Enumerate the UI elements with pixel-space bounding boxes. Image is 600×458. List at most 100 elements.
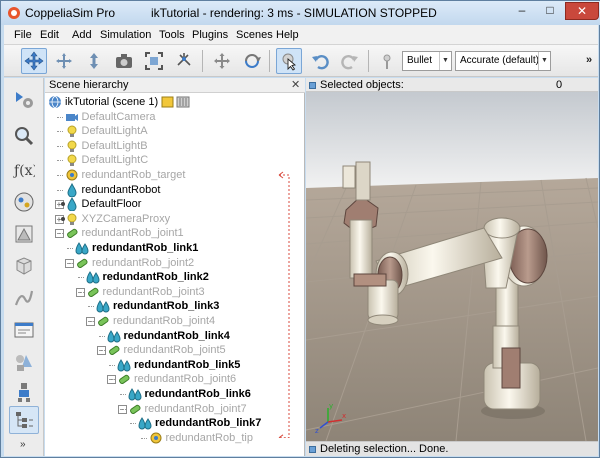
tree-row[interactable]: − redundantRob_joint5 — [45, 343, 300, 358]
tree-row[interactable]: ikTutorial (scene 1) — [45, 95, 300, 110]
left-toolbar-overflow-button[interactable]: » — [20, 439, 26, 450]
tree-item-label: redundantRob_tip — [165, 431, 253, 444]
ui-editor-icon — [14, 322, 34, 338]
fit-to-view-button[interactable] — [141, 48, 167, 74]
tree-item-label: redundantRob_joint4 — [113, 315, 216, 327]
menu-scenes[interactable]: Scenes — [236, 29, 273, 41]
menu-help[interactable]: Help — [276, 29, 299, 41]
tree-row[interactable]: − redundantRob_joint7 — [45, 402, 300, 417]
tree-item-label: DefaultLightB — [81, 139, 148, 152]
scene-3d-render[interactable]: x y z — [306, 78, 598, 456]
tree-row[interactable]: + XYZCameraProxy — [45, 212, 300, 227]
undo-icon — [312, 55, 329, 70]
left-toolbar: ƒ(x) — [4, 78, 44, 456]
toolbar-overflow-button[interactable]: » — [586, 54, 592, 66]
rotate-camera-button[interactable] — [51, 48, 77, 74]
shapes-button[interactable] — [9, 220, 39, 248]
tree-connector — [119, 408, 126, 410]
move-camera-button[interactable] — [21, 48, 47, 74]
undo-button[interactable] — [307, 48, 333, 74]
tree-row[interactable]: redundantRob_link2 — [45, 270, 300, 285]
application-window: CoppeliaSim Pro ikTutorial - rendering: … — [0, 0, 600, 458]
tree-item-label: redundantRob_link7 — [155, 417, 262, 430]
assemble-button[interactable] — [171, 48, 197, 74]
script-button[interactable]: ƒ(x) — [9, 156, 39, 184]
path-icon — [14, 290, 34, 306]
tree-row[interactable]: − redundantRob_joint3 — [45, 285, 300, 300]
path-button[interactable] — [9, 284, 39, 312]
physics-engine-select[interactable]: Bullet ▼ — [402, 51, 452, 71]
scene-hierarchy-panel: Scene hierarchy ✕ ikTutorial (scene 1) De… — [45, 78, 305, 456]
maximize-button[interactable]: □ — [537, 2, 563, 20]
tree-row[interactable]: redundantRob_link4 — [45, 329, 300, 344]
joint-icon — [66, 229, 78, 239]
tree-row[interactable]: DefaultCamera — [45, 110, 300, 125]
close-button[interactable]: ✕ — [565, 2, 599, 20]
object-shift-button[interactable] — [209, 48, 235, 74]
model-browser-button[interactable] — [9, 378, 39, 406]
link-icon — [117, 358, 131, 372]
scene-hierarchy-button[interactable] — [9, 406, 39, 434]
ui-editor-button[interactable] — [9, 316, 39, 344]
tree-row[interactable]: redundantRobot — [45, 182, 300, 198]
selected-objects-label: Selected objects: — [320, 79, 404, 91]
title-bar[interactable]: CoppeliaSim Pro ikTutorial - rendering: … — [1, 1, 600, 25]
tree-row[interactable]: redundantRob_link7 — [45, 416, 300, 431]
tree-row[interactable]: − redundantRob_joint6 — [45, 372, 300, 387]
tree-row[interactable]: − redundantRob_joint1 — [45, 226, 300, 241]
minimize-button[interactable]: – — [509, 2, 535, 20]
tree-row[interactable]: redundantRob_target — [45, 168, 300, 183]
shape-edit-button[interactable] — [9, 348, 39, 376]
redo-button[interactable] — [337, 48, 363, 74]
tree-connector — [88, 321, 94, 322]
tree-connector — [98, 350, 105, 352]
tree-connector — [56, 145, 63, 147]
tree-row[interactable]: redundantRob_link6 — [45, 387, 300, 402]
dynamics-settings-button[interactable] — [374, 48, 400, 74]
accuracy-select[interactable]: Accurate (default) ▼ — [455, 51, 551, 71]
object-rotate-button[interactable] — [239, 48, 265, 74]
menu-tools[interactable]: Tools — [159, 29, 185, 41]
coppeliasim-logo-icon — [8, 7, 20, 19]
zoom-camera-button[interactable] — [81, 48, 107, 74]
tree-item-label: ikTutorial (scene 1) — [65, 96, 159, 108]
tree-row[interactable]: redundantRob_tip — [45, 431, 300, 446]
tree-row[interactable]: DefaultLightC — [45, 153, 300, 168]
tree-row[interactable]: + DefaultFloor — [45, 197, 300, 212]
collections-button[interactable] — [9, 188, 39, 216]
object-shift-icon — [214, 53, 230, 69]
tree-row[interactable]: − redundantRob_joint2 — [45, 256, 300, 271]
simulation-settings-button[interactable] — [9, 86, 39, 114]
selection-icon — [16, 257, 32, 275]
menu-simulation[interactable]: Simulation — [100, 29, 151, 41]
tree-row[interactable]: redundantRob_link5 — [45, 358, 300, 373]
shape-icon — [66, 197, 77, 212]
click-select-button[interactable] — [276, 48, 302, 74]
dummy-icon — [150, 432, 161, 444]
light-icon — [67, 125, 76, 138]
scene-property-icons[interactable] — [161, 95, 191, 109]
tree-row[interactable]: − redundantRob_joint4 — [45, 314, 300, 329]
tree-item-label: redundantRob_link5 — [134, 358, 241, 371]
menu-file[interactable]: File — [14, 29, 32, 41]
menu-add[interactable]: Add — [72, 29, 92, 41]
tree-connector — [98, 335, 105, 337]
camera-icon — [65, 113, 78, 121]
light-icon — [67, 140, 76, 152]
search-button[interactable] — [9, 122, 39, 150]
tree-connector — [67, 262, 73, 264]
scene-hierarchy-header: Scene hierarchy ✕ — [45, 78, 305, 93]
menu-plugins[interactable]: Plugins — [192, 29, 228, 41]
tree-item-label: DefaultCamera — [81, 110, 156, 123]
tree-connector — [88, 306, 94, 308]
tree-row[interactable]: DefaultLightA — [45, 124, 300, 139]
scene-viewport[interactable]: x y z Selected objects: 0 Deleting selec… — [306, 78, 598, 456]
tree-row[interactable]: DefaultLightB — [45, 139, 300, 154]
joint-icon — [98, 316, 109, 327]
tree-row[interactable]: redundantRob_link3 — [45, 299, 300, 314]
camera-angle-button[interactable] — [111, 48, 137, 74]
menu-edit[interactable]: Edit — [40, 29, 59, 41]
tree-connector — [56, 131, 63, 133]
tree-row[interactable]: redundantRob_link1 — [45, 241, 300, 256]
selection-button[interactable] — [9, 252, 39, 280]
